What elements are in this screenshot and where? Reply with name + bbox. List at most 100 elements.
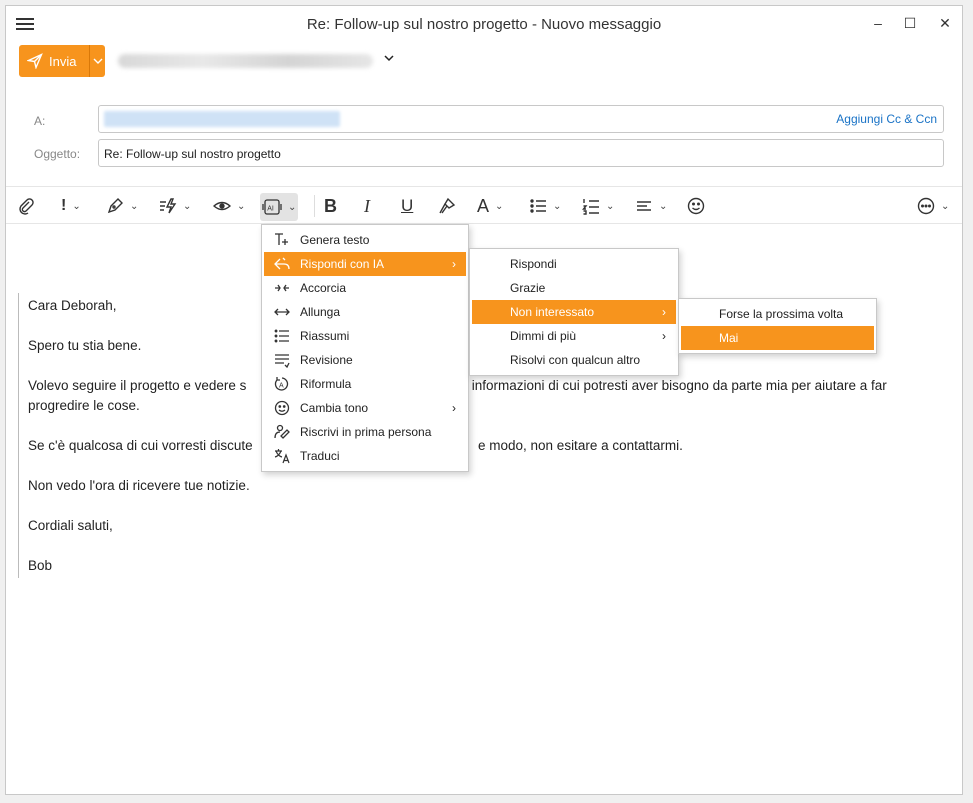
attach-button[interactable]: [17, 195, 35, 217]
menu-item-tell-me-more[interactable]: Dimmi di più ›: [472, 324, 676, 348]
from-account-redacted[interactable]: [118, 54, 373, 68]
chevron-right-icon: ›: [452, 257, 456, 271]
menu-item-label: Traduci: [300, 449, 340, 463]
menu-item-label: Rispondi con IA: [300, 257, 385, 271]
chevron-down-icon: ⌄: [659, 200, 668, 212]
menu-item-label: Forse la prossima volta: [719, 307, 844, 321]
menu-item-reply-with-ai[interactable]: Rispondi con IA ›: [264, 252, 466, 276]
menu-item-label: Riscrivi in prima persona: [300, 425, 432, 439]
ai-icon: AI: [262, 199, 282, 215]
body-paragraph: Bob: [28, 558, 53, 573]
chevron-right-icon: ›: [662, 329, 666, 343]
body-paragraph: Non vedo l'ora di ricevere tue notizie.: [28, 478, 250, 493]
to-field[interactable]: Aggiungi Cc & Ccn: [98, 105, 944, 133]
menu-item-first-person[interactable]: Riscrivi in prima persona: [264, 420, 466, 444]
svg-text:AI: AI: [267, 206, 274, 213]
compose-window: Re: Follow-up sul nostro progetto - Nuov…: [5, 5, 963, 795]
numbered-list-button[interactable]: ⌄: [582, 195, 614, 217]
menu-item-summarize[interactable]: Riassumi: [264, 324, 466, 348]
menu-item-rephrase[interactable]: A Riformula: [264, 372, 466, 396]
ai-assistant-button[interactable]: AI ⌄: [260, 193, 299, 221]
font-button[interactable]: A ⌄: [477, 195, 503, 217]
menu-item-translate[interactable]: Traduci: [264, 444, 466, 468]
generate-text-icon: [264, 232, 300, 248]
paperclip-icon: [19, 198, 34, 215]
bullet-list-button[interactable]: ⌄: [529, 195, 561, 217]
menu-item-label: Risolvi con qualcun altro: [510, 353, 641, 367]
svg-text:A: A: [279, 383, 284, 390]
italic-button[interactable]: I: [364, 195, 370, 217]
send-group: Invia: [19, 45, 105, 77]
preview-button[interactable]: ⌄: [213, 195, 245, 217]
close-button[interactable]: ✕: [935, 14, 955, 32]
menu-item-thanks[interactable]: Grazie: [472, 276, 676, 300]
priority-button[interactable]: ! ⌄: [61, 195, 81, 217]
menu-item-resolve-with-someone[interactable]: Risolvi con qualcun altro: [472, 348, 676, 372]
summarize-icon: [264, 328, 300, 344]
eye-icon: [213, 201, 231, 211]
quick-parts-button[interactable]: ⌄: [159, 195, 191, 217]
subject-field[interactable]: Re: Follow-up sul nostro progetto: [98, 139, 944, 167]
chevron-down-icon: ⌄: [606, 200, 615, 212]
send-button[interactable]: Invia: [19, 45, 89, 77]
from-chevron-down-icon[interactable]: [383, 52, 395, 64]
menu-item-label: Mai: [719, 331, 739, 345]
more-options-button[interactable]: ⌄: [917, 195, 949, 217]
menu-item-label: Cambia tono: [300, 401, 369, 415]
minimize-button[interactable]: –: [868, 14, 888, 32]
bold-button[interactable]: B: [324, 195, 337, 217]
body-paragraph-fragment: e modo, non esitare a contattarmi.: [478, 438, 683, 453]
menu-item-label: Accorcia: [300, 281, 347, 295]
subject-input[interactable]: Re: Follow-up sul nostro progetto: [104, 147, 281, 161]
ai-menu: Genera testo Rispondi con IA › Accorcia …: [261, 224, 469, 472]
align-left-icon: [637, 201, 651, 211]
menu-item-generate-text[interactable]: Genera testo: [264, 228, 466, 252]
lengthen-icon: [264, 304, 300, 320]
body-paragraph: Cordiali saluti,: [28, 518, 113, 533]
chevron-down-icon: ⌄: [288, 201, 297, 213]
chevron-down-icon: ⌄: [183, 200, 192, 212]
menu-item-change-tone[interactable]: Cambia tono ›: [264, 396, 466, 420]
chevron-right-icon: ›: [452, 401, 456, 415]
first-person-icon: [264, 424, 300, 440]
title-bar: Re: Follow-up sul nostro progetto - Nuov…: [6, 6, 962, 42]
menu-item-label: Allunga: [300, 305, 341, 319]
menu-item-review[interactable]: Revisione: [264, 348, 466, 372]
menu-item-label: Genera testo: [300, 233, 370, 247]
menu-item-shorten[interactable]: Accorcia: [264, 276, 466, 300]
toolbar-divider: [314, 195, 315, 217]
paintbrush-icon: [439, 197, 456, 214]
chevron-down-icon: ⌄: [553, 200, 562, 212]
lightning-icon: [160, 198, 177, 214]
align-button[interactable]: ⌄: [635, 195, 667, 217]
emoji-button[interactable]: [687, 195, 705, 217]
underline-button[interactable]: U: [401, 195, 413, 217]
menu-item-label: Riassumi: [300, 329, 350, 343]
bullet-list-icon: [530, 199, 546, 213]
chevron-down-icon: ⌄: [130, 200, 139, 212]
menu-item-not-interested[interactable]: Non interessato ›: [472, 300, 676, 324]
subject-label: Oggetto:: [34, 147, 81, 161]
menu-item-maybe-next-time[interactable]: Forse la prossima volta: [681, 302, 874, 326]
menu-item-lengthen[interactable]: Allunga: [264, 300, 466, 324]
format-painter-button[interactable]: [438, 195, 456, 217]
reply-ai-submenu: Rispondi Grazie Non interessato › Dimmi d…: [469, 248, 679, 376]
priority-icon: !: [61, 197, 67, 214]
ellipsis-circle-icon: [917, 197, 935, 215]
maximize-button[interactable]: ☐: [900, 14, 920, 32]
numbered-list-icon: [582, 199, 599, 215]
font-icon: A: [477, 195, 490, 216]
chevron-down-icon: ⌄: [72, 200, 81, 212]
format-toolbar: ! ⌄ ⌄ ⌄ ⌄ AI ⌄ B I U A ⌄ ⌄ ⌄ ⌄ ⌄: [6, 186, 962, 224]
chevron-down-icon: ⌄: [495, 200, 504, 212]
menu-item-never[interactable]: Mai: [681, 326, 874, 350]
send-options-button[interactable]: [89, 45, 105, 77]
not-interested-submenu: Forse la prossima volta Mai: [678, 298, 877, 354]
menu-item-label: Grazie: [510, 281, 546, 295]
send-label: Invia: [49, 53, 77, 69]
add-cc-bcc-link[interactable]: Aggiungi Cc & Ccn: [836, 112, 937, 126]
recipient-chip-redacted[interactable]: [104, 111, 340, 127]
send-icon: [27, 53, 43, 69]
menu-item-reply[interactable]: Rispondi: [472, 252, 676, 276]
signature-button[interactable]: ⌄: [106, 195, 138, 217]
